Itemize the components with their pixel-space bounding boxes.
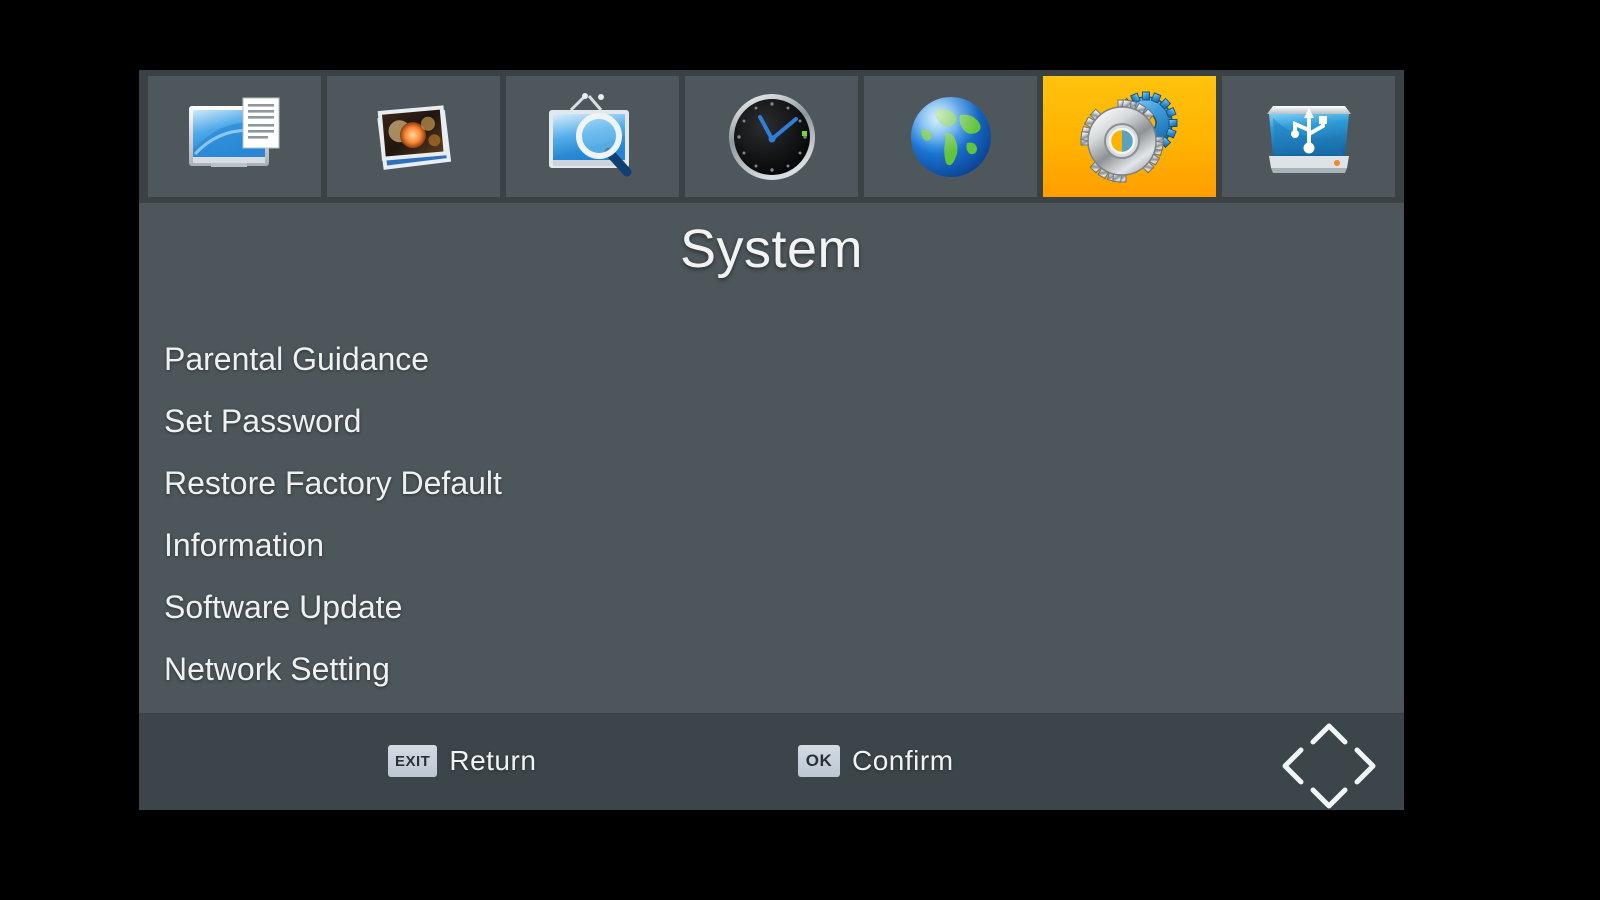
gears-icon <box>1078 89 1182 185</box>
chevron-right-icon <box>1357 750 1373 782</box>
usb-drive-icon <box>1259 94 1359 180</box>
menu-item-set-password[interactable]: Set Password <box>164 390 924 452</box>
menu-item-information[interactable]: Information <box>164 514 924 576</box>
hint-confirm-label: Confirm <box>852 745 954 777</box>
tv-document-icon <box>183 94 287 180</box>
menu-item-parental-guidance[interactable]: Parental Guidance <box>164 328 924 390</box>
page-title: System <box>139 218 1404 280</box>
chevron-down-icon <box>1313 790 1345 806</box>
photo-stack-icon <box>366 94 462 180</box>
menu-tile-network[interactable] <box>864 76 1037 197</box>
clock-icon <box>726 91 818 183</box>
osd-panel: System Parental Guidance Set Password Re… <box>139 70 1404 810</box>
menu-tile-channel-search[interactable] <box>506 76 679 197</box>
hint-return-label: Return <box>449 745 536 777</box>
hint-return: EXIT Return <box>388 745 536 777</box>
menu-tile-system[interactable] <box>1043 76 1216 197</box>
menu-tile-usb[interactable] <box>1222 76 1395 197</box>
chevron-up-icon <box>1313 726 1345 742</box>
chevron-left-icon <box>1285 750 1301 782</box>
dpad-navigation-hint <box>1277 722 1381 810</box>
menu-item-software-update[interactable]: Software Update <box>164 576 924 638</box>
system-menu-list: Parental Guidance Set Password Restore F… <box>164 328 924 700</box>
menu-tile-program[interactable] <box>148 76 321 197</box>
help-bar: EXIT Return OK Confirm <box>139 713 1404 810</box>
exit-key-badge: EXIT <box>388 745 437 777</box>
menu-tile-picture[interactable] <box>327 76 500 197</box>
menu-tile-time[interactable] <box>685 76 858 197</box>
main-menu-iconbar <box>139 70 1404 203</box>
menu-item-network-setting[interactable]: Network Setting <box>164 638 924 700</box>
tv-search-icon <box>541 92 645 182</box>
ok-key-badge: OK <box>798 745 840 777</box>
tv-screen: System Parental Guidance Set Password Re… <box>0 0 1600 900</box>
hint-confirm: OK Confirm <box>798 745 954 777</box>
globe-icon <box>905 91 997 183</box>
menu-item-restore-factory-default[interactable]: Restore Factory Default <box>164 452 924 514</box>
